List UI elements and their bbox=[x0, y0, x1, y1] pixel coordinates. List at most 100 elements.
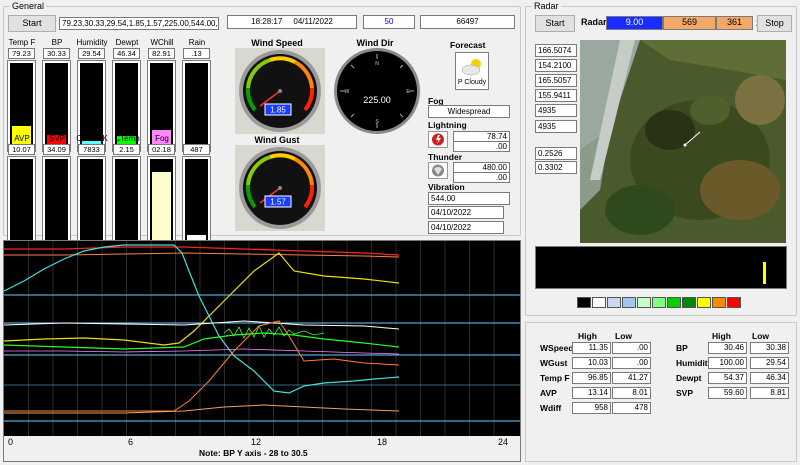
meter-value: 7833 bbox=[78, 144, 105, 155]
wind-speed-value: 1.85 bbox=[270, 106, 286, 115]
palette-swatch bbox=[637, 297, 651, 308]
meter-label: Temp F bbox=[8, 38, 36, 47]
thunder-icon bbox=[428, 162, 448, 179]
meter-value: 2.15 bbox=[113, 144, 140, 155]
summary-low-value: 46.34 bbox=[750, 372, 789, 384]
radar-strip bbox=[535, 246, 787, 289]
fog-value: Widespread bbox=[428, 105, 510, 118]
meter-fill bbox=[152, 172, 171, 244]
summary-column-header: High bbox=[712, 331, 731, 341]
summary-low-value: 30.38 bbox=[750, 342, 789, 354]
meter-bar bbox=[7, 156, 36, 248]
lightning-icon bbox=[428, 131, 448, 148]
summary-row-label: AVP bbox=[540, 388, 557, 398]
meter-label: Dewpt bbox=[115, 38, 139, 47]
date-field-1: 04/10/2022 bbox=[428, 206, 504, 219]
radar-coord-field: 0.2526 bbox=[535, 147, 577, 160]
summary-row-label: Dewpt bbox=[676, 373, 702, 383]
summary-low-value: 8.01 bbox=[612, 387, 651, 399]
radar-coord-field: 166.5074 bbox=[535, 44, 577, 57]
meter-label: SVP bbox=[48, 134, 65, 143]
meter-bar bbox=[42, 156, 71, 248]
palette-swatch bbox=[697, 297, 711, 308]
radar-coord-field: 4935 bbox=[535, 104, 577, 117]
wind-dir-gauge: N E S W 225.00 bbox=[334, 48, 420, 134]
palette-swatch bbox=[667, 297, 681, 308]
lightning-label: Lightning bbox=[428, 120, 467, 130]
meter-label: Humidity bbox=[76, 38, 108, 47]
compass-w: W bbox=[345, 89, 350, 95]
palette-swatch bbox=[622, 297, 636, 308]
general-group-title: General bbox=[10, 1, 47, 11]
forecast-label: Forecast bbox=[450, 40, 486, 50]
radar-value-3: 361 bbox=[716, 16, 753, 30]
forecast-text: P Cloudy bbox=[457, 79, 487, 86]
summary-high-value: 13.14 bbox=[572, 387, 611, 399]
date-value: 04/11/2022 bbox=[293, 17, 333, 26]
meter-value: 34.09 bbox=[43, 144, 70, 155]
lightning-value-2: .00 bbox=[453, 141, 510, 152]
summary-high-value: 54.37 bbox=[708, 372, 747, 384]
summary-high-value: 10.03 bbox=[572, 357, 611, 369]
summary-low-value: 8.81 bbox=[750, 387, 789, 399]
summary-row-label: SVP bbox=[676, 388, 694, 398]
meter-value: 29.54 bbox=[78, 48, 105, 59]
meter-bar bbox=[182, 156, 211, 248]
general-start-button[interactable]: Start bbox=[8, 15, 56, 32]
summary-row-label: Temp F bbox=[540, 373, 570, 383]
time-field: 18:28:17 04/11/2022 bbox=[227, 15, 357, 29]
plot-x-tick: 0 bbox=[8, 437, 14, 447]
meter-value: 79.23 bbox=[8, 48, 35, 59]
meter-value: 02.18 bbox=[148, 144, 175, 155]
radar-value-1: 9.00 bbox=[606, 16, 663, 30]
summary-high-value: 11.35 bbox=[572, 342, 611, 354]
meter-label: WChill bbox=[150, 38, 174, 47]
plot-x-tick: 12 bbox=[251, 437, 262, 447]
forecast-panel: P Cloudy bbox=[455, 52, 489, 90]
summary-column-header: Low bbox=[615, 331, 632, 341]
plot-x-tick: 18 bbox=[377, 437, 388, 447]
palette-swatch bbox=[592, 297, 606, 308]
radar-group-title: Radar bbox=[532, 1, 561, 11]
plot-note: Note: BP Y axis - 28 to 30.5 bbox=[199, 448, 308, 458]
summary-row-label: WGust bbox=[540, 358, 568, 368]
thunder-label: Thunder bbox=[428, 152, 462, 162]
summary-row-label: BP bbox=[676, 343, 688, 353]
summary-row-label: Wdiff bbox=[540, 403, 562, 413]
wind-gust-value: 1.57 bbox=[270, 198, 286, 207]
vibration-value: 544.00 bbox=[428, 192, 510, 205]
data-string-field[interactable]: 79.23,30.33,29.54,1.85,1.57,225.00,544.0… bbox=[59, 17, 219, 30]
summary-high-value: 100.00 bbox=[708, 357, 747, 369]
summary-high-value: 958 bbox=[572, 402, 611, 414]
meter-value: 10.07 bbox=[8, 144, 35, 155]
radar-satellite-image[interactable] bbox=[580, 40, 786, 243]
summary-high-value: 30.46 bbox=[708, 342, 747, 354]
meter-bar bbox=[77, 156, 106, 248]
meter-label: Rain bbox=[188, 38, 206, 47]
palette-swatch bbox=[682, 297, 696, 308]
wind-speed-gauge: 1.85 bbox=[235, 48, 325, 134]
radar-strip-marker bbox=[763, 262, 766, 284]
summary-row-label: WSpeed bbox=[540, 343, 574, 353]
radar-coord-field: 155.9411 bbox=[535, 89, 577, 102]
radar-stop-button[interactable]: Stop bbox=[757, 15, 792, 32]
date-field-2: 04/10/2022 bbox=[428, 221, 504, 234]
summary-low-value: .00 bbox=[612, 342, 651, 354]
palette-swatch bbox=[712, 297, 726, 308]
compass-n: N bbox=[375, 61, 379, 67]
meter-label: AVP bbox=[14, 134, 30, 143]
wind-gust-gauge: 1.57 bbox=[235, 145, 325, 231]
meter-value: 82.91 bbox=[148, 48, 175, 59]
count-field: 50 bbox=[363, 15, 415, 29]
vibration-label: Vibration bbox=[428, 182, 465, 192]
meter-value: 46.34 bbox=[113, 48, 140, 59]
palette-swatch bbox=[727, 297, 741, 308]
summary-row-label: Humidity bbox=[676, 358, 713, 368]
wind-dir-value: 225.00 bbox=[363, 95, 391, 105]
radar-label: Radar bbox=[581, 17, 607, 27]
partly-cloudy-icon bbox=[461, 59, 481, 76]
radar-value-2: 569 bbox=[663, 16, 716, 30]
radar-start-button[interactable]: Start bbox=[535, 15, 575, 32]
wind-dir-label: Wind Dir bbox=[356, 38, 394, 48]
meter-value: .13 bbox=[183, 48, 210, 59]
